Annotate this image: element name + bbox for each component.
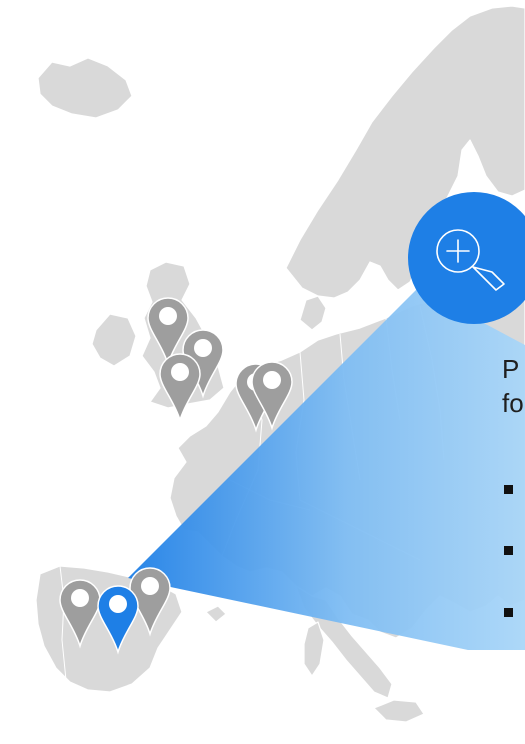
- land-ireland: [91, 313, 137, 367]
- pin-dot: [194, 339, 212, 357]
- pin-dot: [109, 595, 127, 613]
- land-balearic: [205, 605, 227, 623]
- bullet-3: [504, 608, 513, 617]
- panel-line-2: fo: [502, 388, 524, 418]
- pin-dot: [141, 577, 159, 595]
- pin-england-midlands[interactable]: [159, 353, 201, 423]
- land-sicily: [373, 699, 425, 723]
- europe-map: [35, 5, 525, 723]
- land-sardinia: [303, 621, 325, 677]
- pin-dot: [171, 363, 189, 381]
- land-iceland: [37, 57, 133, 119]
- panel-line-1: P: [502, 354, 520, 384]
- pin-dot: [71, 589, 89, 607]
- land-denmark: [299, 295, 327, 331]
- bullet-1: [504, 485, 513, 494]
- pin-dot: [159, 307, 177, 325]
- pin-dot: [263, 371, 281, 389]
- bullet-2: [504, 546, 513, 555]
- info-panel: P fo: [502, 352, 525, 420]
